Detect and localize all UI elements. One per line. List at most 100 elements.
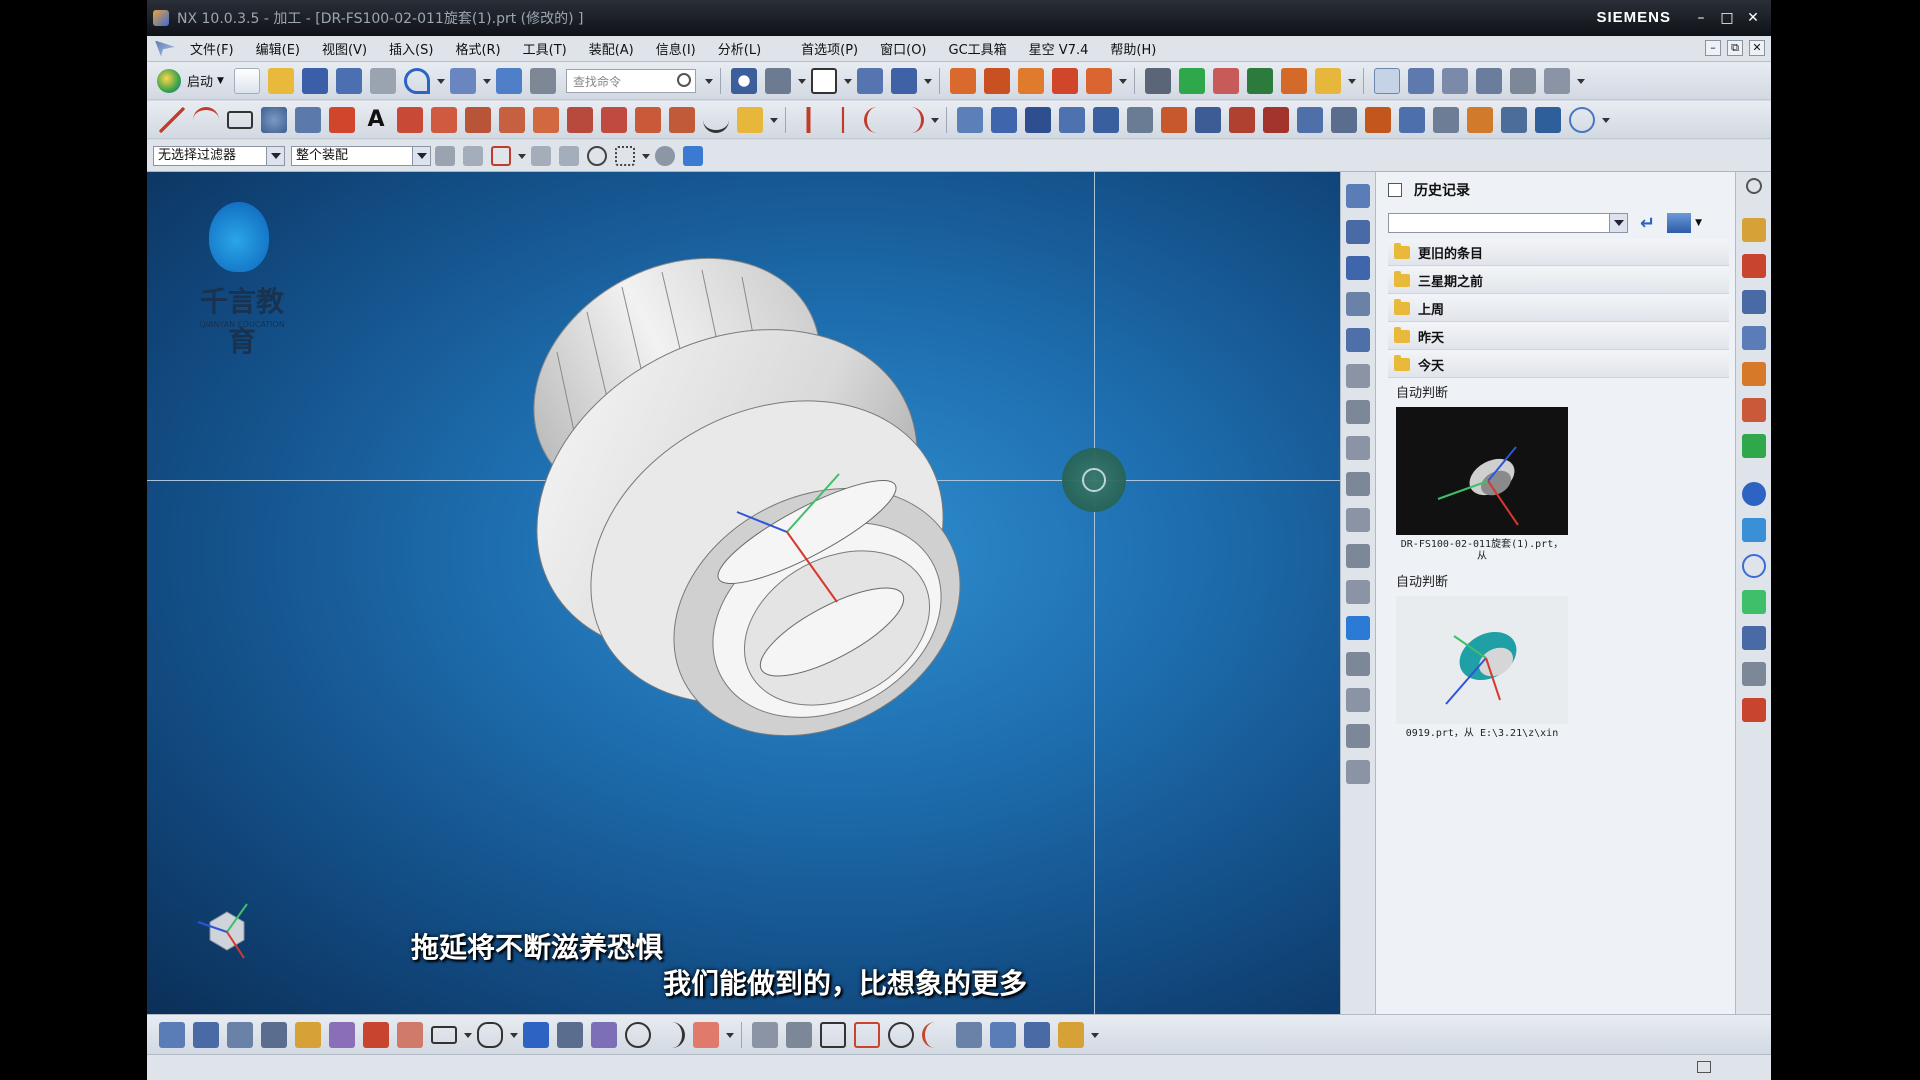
target-icon[interactable] (888, 1021, 914, 1048)
operation-navigator-icon[interactable] (1741, 254, 1766, 278)
red-cube-icon[interactable] (363, 1021, 389, 1048)
graph-icon[interactable] (1024, 1021, 1050, 1048)
cone-icon[interactable] (1017, 67, 1044, 94)
system-scenes-icon[interactable] (1346, 544, 1370, 568)
part-model[interactable] (447, 232, 1007, 792)
machine-icon[interactable] (1365, 106, 1391, 133)
fit-view-icon[interactable] (730, 67, 757, 94)
history-icon[interactable] (1346, 400, 1370, 424)
polygon-icon[interactable] (477, 1021, 503, 1048)
rectangle-icon[interactable] (227, 110, 253, 129)
rotate-icon[interactable] (1314, 67, 1341, 94)
history-folder-today[interactable]: 今天 (1388, 351, 1729, 378)
process-studio-icon[interactable] (1741, 698, 1766, 722)
menu-gc-toolbox[interactable]: GC工具箱 (938, 39, 1018, 58)
trim-curve-icon[interactable] (635, 106, 661, 133)
tool-icon[interactable] (1058, 1021, 1084, 1048)
clearance-icon[interactable] (397, 1021, 423, 1048)
hd3d-tools-icon[interactable] (1741, 398, 1766, 422)
tool-view-icon[interactable] (1475, 67, 1502, 94)
curve-icon[interactable] (922, 1021, 948, 1048)
table-icon[interactable] (956, 1021, 982, 1048)
dropdown-icon[interactable] (1601, 107, 1610, 133)
join-curve-icon[interactable] (601, 106, 627, 133)
cam-library-icon[interactable] (1346, 652, 1370, 676)
system-materials-icon[interactable] (1741, 662, 1766, 686)
chamfer-icon[interactable] (898, 106, 924, 133)
dropdown-icon[interactable] (797, 68, 806, 94)
doc-restore-button[interactable]: ⧉ (1727, 40, 1743, 56)
cross-icon[interactable] (830, 106, 856, 133)
ruler-icon[interactable] (1346, 760, 1370, 784)
clock-icon[interactable] (1741, 554, 1766, 578)
dropdown-icon[interactable] (509, 1022, 518, 1048)
helix-icon[interactable] (737, 106, 763, 133)
calculator-icon[interactable] (1535, 106, 1561, 133)
menu-help[interactable]: 帮助(H) (1099, 39, 1167, 58)
dropdown-icon[interactable] (1576, 68, 1585, 94)
rectangle-icon[interactable] (431, 1025, 457, 1044)
output-cls-icon[interactable] (1297, 106, 1323, 133)
start-button[interactable]: 启动 ▼ (157, 68, 224, 93)
status-icon[interactable] (1697, 1061, 1711, 1073)
trim-icon[interactable] (1144, 67, 1171, 94)
operation-navigator-icon[interactable] (1407, 67, 1434, 94)
command-search-input[interactable]: 查找命令 (565, 68, 696, 93)
plane-icon[interactable] (431, 106, 457, 133)
intersect-curve-icon[interactable] (533, 106, 559, 133)
history-thumbnail[interactable] (1396, 596, 1568, 724)
menu-insert[interactable]: 插入(S) (378, 39, 444, 58)
hd3d-icon[interactable] (1346, 328, 1370, 352)
box-icon[interactable] (949, 67, 976, 94)
verify-toolpath-icon[interactable] (1161, 106, 1187, 133)
dropdown-icon[interactable] (463, 1022, 472, 1048)
deselect-icon[interactable] (531, 145, 551, 166)
green-cube-icon[interactable] (1178, 67, 1205, 94)
create-geometry-icon[interactable] (1025, 106, 1051, 133)
hatch-icon[interactable] (820, 1021, 846, 1048)
center-point-icon[interactable] (587, 145, 607, 166)
render-style-icon[interactable] (810, 67, 837, 94)
move-component-icon[interactable] (227, 1021, 253, 1048)
angle-icon[interactable] (786, 1021, 812, 1048)
menu-preferences[interactable]: 首选项(P) (790, 39, 869, 58)
palette-icon[interactable] (1741, 590, 1766, 614)
dropdown-icon[interactable] (843, 68, 852, 94)
feature-navigator-icon[interactable] (1741, 326, 1766, 350)
reuse-library-icon[interactable] (1741, 362, 1766, 386)
minimize-button[interactable]: – (1691, 9, 1711, 27)
geometry-view-icon[interactable] (1441, 67, 1468, 94)
open-folder-icon[interactable] (267, 67, 294, 94)
doc-close-button[interactable]: ✕ (1749, 40, 1765, 56)
view-thumbnail-icon[interactable] (1667, 213, 1692, 233)
assembly-icon[interactable] (1280, 67, 1307, 94)
assembly-navigator-icon[interactable] (1346, 184, 1370, 208)
select-all-icon[interactable] (559, 145, 579, 166)
chevron-down-icon[interactable]: ▼ (1695, 218, 1702, 228)
close-button[interactable]: ✕ (1743, 9, 1763, 27)
menu-info[interactable]: 信息(I) (645, 39, 707, 58)
point-set-icon[interactable] (591, 1021, 617, 1048)
reuse-library-icon[interactable] (1346, 292, 1370, 316)
flag-icon[interactable] (1246, 67, 1273, 94)
snap-icon[interactable] (890, 67, 917, 94)
dropdown-icon[interactable] (725, 1022, 734, 1048)
bridge-curve-icon[interactable] (567, 106, 593, 133)
dropdown-icon[interactable] (482, 68, 491, 94)
probe-icon[interactable] (1501, 106, 1527, 133)
menu-tools[interactable]: 工具(T) (512, 39, 578, 58)
history-folder-three-weeks[interactable]: 三星期之前 (1388, 267, 1729, 294)
program-view-icon[interactable] (1543, 67, 1570, 94)
new-file-icon[interactable] (233, 67, 260, 94)
arc-icon[interactable] (659, 1021, 685, 1048)
undo-icon[interactable] (403, 67, 430, 94)
snap-point-icon[interactable] (463, 145, 483, 166)
process-studio-icon[interactable] (1346, 436, 1370, 460)
pin-checkbox[interactable] (1388, 183, 1402, 197)
manufacturing-wizard-icon[interactable] (1346, 472, 1370, 496)
xt-icon[interactable] (693, 1021, 719, 1048)
block-icon[interactable] (1085, 67, 1112, 94)
v-logo-icon[interactable] (1346, 616, 1370, 640)
create-operation-icon[interactable] (1093, 106, 1119, 133)
back-arrow-icon[interactable]: ↵ (1640, 213, 1655, 234)
